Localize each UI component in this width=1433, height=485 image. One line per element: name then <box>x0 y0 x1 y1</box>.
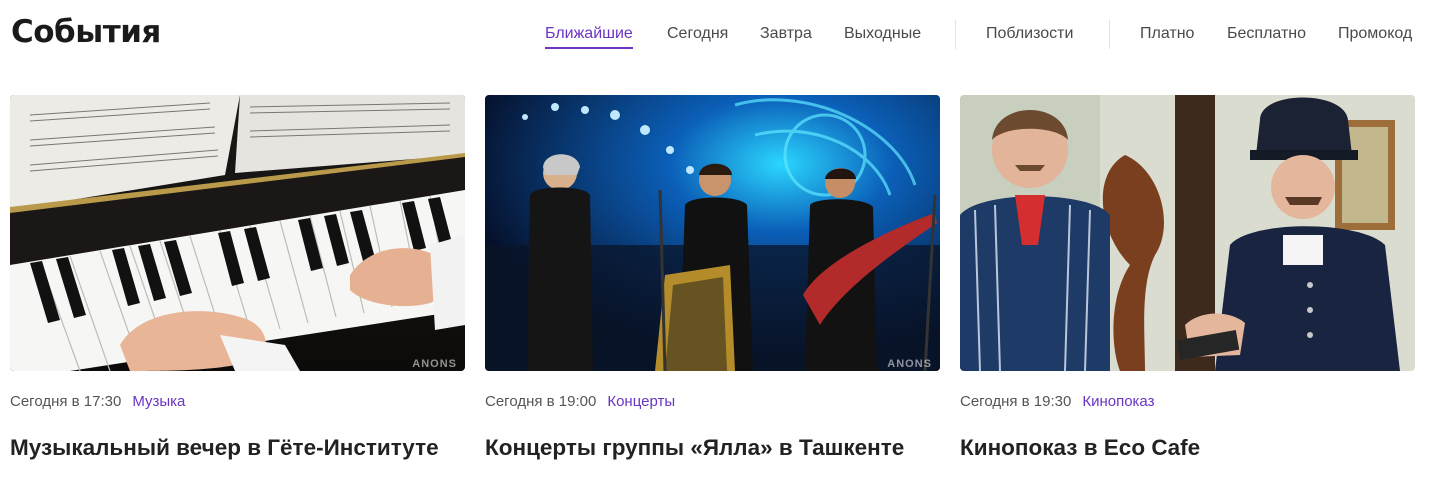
nav-tab-weekend[interactable]: Выходные <box>844 24 921 44</box>
event-title[interactable]: Музыкальный вечер в Гёте-Институте <box>10 435 439 461</box>
event-filter-nav: Ближайшие Сегодня Завтра Выходные Поблиз… <box>0 0 1433 70</box>
nav-tab-paid[interactable]: Платно <box>1140 24 1194 44</box>
concert-photo <box>485 95 940 371</box>
image-watermark: ANONS <box>412 358 457 370</box>
nav-tab-promocode[interactable]: Промокод <box>1338 24 1412 44</box>
image-watermark: ANONS <box>887 358 932 370</box>
event-meta: Сегодня в 19:30 Кинопоказ <box>960 393 1154 410</box>
event-category-link[interactable]: Концерты <box>607 393 675 410</box>
nav-divider <box>1109 20 1110 49</box>
nav-tab-tomorrow[interactable]: Завтра <box>760 24 812 44</box>
event-image-piano[interactable]: ANONS <box>10 95 465 371</box>
event-meta: Сегодня в 19:00 Концерты <box>485 393 675 410</box>
event-time: Сегодня в 19:00 <box>485 393 597 410</box>
nav-tab-nearest[interactable]: Ближайшие <box>545 24 633 49</box>
event-meta: Сегодня в 17:30 Музыка <box>10 393 185 410</box>
event-image-film[interactable] <box>960 95 1415 371</box>
event-time: Сегодня в 19:30 <box>960 393 1072 410</box>
event-time: Сегодня в 17:30 <box>10 393 122 410</box>
nav-divider <box>955 20 956 49</box>
event-card[interactable]: ANONS Сегодня в 17:30 Музыка Музыкальный … <box>10 95 465 460</box>
event-category-link[interactable]: Музыка <box>132 393 185 410</box>
event-title[interactable]: Концерты группы «Ялла» в Ташкенте <box>485 435 904 461</box>
event-card[interactable]: ANONS Сегодня в 19:00 Концерты Концерты г… <box>485 95 940 460</box>
event-category-link[interactable]: Кинопоказ <box>1082 393 1154 410</box>
nav-tab-free[interactable]: Бесплатно <box>1227 24 1306 44</box>
event-image-concert[interactable]: ANONS <box>485 95 940 371</box>
nav-tab-today[interactable]: Сегодня <box>667 24 728 44</box>
event-card[interactable]: Сегодня в 19:30 Кинопоказ Кинопоказ в Eco… <box>960 95 1415 460</box>
piano-photo <box>10 95 465 371</box>
event-title[interactable]: Кинопоказ в Eco Cafe <box>960 435 1200 461</box>
nav-tab-nearby[interactable]: Поблизости <box>986 24 1073 44</box>
film-still-photo <box>960 95 1415 371</box>
